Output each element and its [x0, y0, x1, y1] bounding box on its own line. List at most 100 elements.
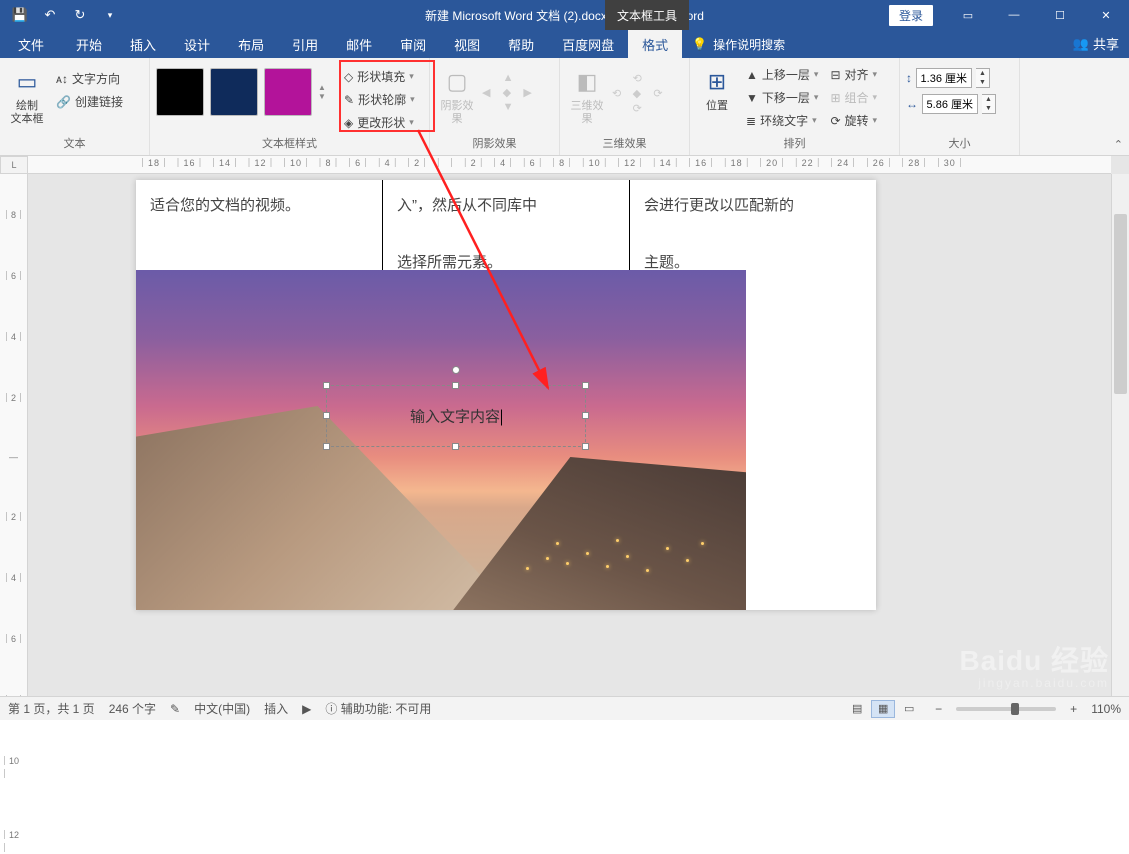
style-swatch-magenta[interactable]	[264, 68, 312, 116]
close-icon[interactable]: ✕	[1083, 0, 1129, 30]
text-direction-button[interactable]: ᴀ↕文字方向	[52, 68, 127, 89]
scrollbar-thumb[interactable]	[1114, 214, 1127, 394]
style-swatch-navy[interactable]	[210, 68, 258, 116]
column-2[interactable]: 入”，然后从不同库中选择所需元素。	[383, 180, 630, 270]
tab-mailings[interactable]: 邮件	[332, 30, 386, 58]
vertical-scrollbar[interactable]	[1111, 174, 1129, 696]
rotate-button[interactable]: ⟳旋转 ▾	[826, 110, 881, 131]
redo-icon[interactable]: ↻	[66, 1, 94, 29]
height-input[interactable]	[916, 68, 972, 88]
group-label-3d: 三维效果	[566, 135, 683, 153]
spinner-arrows[interactable]: ▲▼	[982, 94, 996, 114]
zoom-slider[interactable]	[956, 707, 1056, 711]
group-button[interactable]: ⊞组合 ▾	[826, 87, 881, 108]
link-icon: 🔗	[56, 95, 71, 109]
draw-textbox-button[interactable]: ▭ 绘制 文本框	[6, 62, 48, 126]
zoom-level[interactable]: 110%	[1091, 702, 1121, 716]
group-size: ↕ ▲▼ ↔ ▲▼ 大小	[900, 58, 1020, 155]
width-spinner[interactable]: ↔ ▲▼	[906, 94, 996, 114]
align-button[interactable]: ⊟对齐 ▾	[826, 64, 881, 85]
tab-help[interactable]: 帮助	[494, 30, 548, 58]
undo-icon[interactable]: ↶	[36, 1, 64, 29]
macro-icon[interactable]: ▶	[302, 702, 311, 716]
change-shape-button[interactable]: ◈更改形状 ▾	[340, 112, 419, 133]
status-words[interactable]: 246 个字	[109, 700, 156, 717]
zoom-thumb[interactable]	[1011, 703, 1019, 715]
text-columns: 适合您的文档的视频。 入”，然后从不同库中选择所需元素。 会进行更改以匹配新的主…	[136, 180, 876, 270]
shadow-effects-button[interactable]: ▢ 阴影效果	[436, 62, 478, 126]
group-label-style: 文本框样式	[156, 135, 423, 153]
create-link-button[interactable]: 🔗创建链接	[52, 91, 127, 112]
bring-forward-icon: ▲	[746, 68, 758, 82]
status-accessibility[interactable]: ⓘ 辅助功能: 不可用	[325, 700, 431, 717]
login-button[interactable]: 登录	[889, 5, 933, 26]
selected-textbox[interactable]: 输入文字内容	[326, 385, 586, 447]
style-swatch-black[interactable]	[156, 68, 204, 116]
tab-references[interactable]: 引用	[278, 30, 332, 58]
tab-insert[interactable]: 插入	[116, 30, 170, 58]
bring-forward-button[interactable]: ▲上移一层 ▾	[742, 64, 822, 85]
resize-handle[interactable]	[582, 443, 589, 450]
maximize-icon[interactable]: ☐	[1037, 0, 1083, 30]
send-backward-button[interactable]: ▼下移一层 ▾	[742, 87, 822, 108]
position-button[interactable]: ⊞ 位置	[696, 62, 738, 113]
group-label-text: 文本	[6, 135, 143, 153]
style-gallery[interactable]: ▲▼	[156, 62, 332, 116]
resize-handle[interactable]	[323, 443, 330, 450]
collapse-ribbon-icon[interactable]: ⌃	[1114, 138, 1123, 151]
wrap-text-button[interactable]: ≣环绕文字 ▾	[742, 110, 822, 131]
document-viewport[interactable]: 适合您的文档的视频。 入”，然后从不同库中选择所需元素。 会进行更改以匹配新的主…	[28, 174, 1111, 696]
column-1[interactable]: 适合您的文档的视频。	[136, 180, 383, 270]
3d-effects-button[interactable]: ◧ 三维效果	[566, 62, 608, 126]
view-read-icon[interactable]: ▤	[845, 700, 869, 718]
tab-baidu[interactable]: 百度网盘	[548, 30, 628, 58]
status-mode[interactable]: 插入	[264, 700, 288, 717]
shape-fill-button[interactable]: ◇形状填充 ▾	[340, 66, 419, 87]
page: 适合您的文档的视频。 入”，然后从不同库中选择所需元素。 会进行更改以匹配新的主…	[136, 180, 876, 610]
share-button[interactable]: 👥共享	[1073, 34, 1119, 53]
status-bar: 第 1 页，共 1 页 246 个字 ✎ 中文(中国) 插入 ▶ ⓘ 辅助功能:…	[0, 696, 1129, 720]
tab-design[interactable]: 设计	[170, 30, 224, 58]
tell-me-search[interactable]: 💡操作说明搜索	[682, 30, 795, 58]
status-page[interactable]: 第 1 页，共 1 页	[8, 700, 95, 717]
3d-tilt[interactable]: ⟲⟲◆⟳⟳	[612, 62, 672, 115]
tab-file[interactable]: 文件	[0, 30, 62, 58]
shape-outline-button[interactable]: ✎形状轮廓 ▾	[340, 89, 419, 110]
spinner-arrows[interactable]: ▲▼	[976, 68, 990, 88]
save-icon[interactable]: 💾	[6, 1, 34, 29]
resize-handle[interactable]	[323, 382, 330, 389]
tab-review[interactable]: 审阅	[386, 30, 440, 58]
vertical-ruler[interactable]: ｜8｜｜6｜｜4｜｜2｜—｜2｜｜4｜｜6｜｜8｜｜10｜｜12｜	[0, 174, 28, 696]
width-input[interactable]	[922, 94, 978, 114]
tab-home[interactable]: 开始	[62, 30, 116, 58]
resize-handle[interactable]	[582, 382, 589, 389]
status-language[interactable]: 中文(中国)	[194, 700, 250, 717]
text-direction-icon: ᴀ↕	[56, 72, 68, 86]
gallery-more-icon[interactable]: ▲▼	[318, 68, 332, 116]
textbox-content[interactable]: 输入文字内容	[410, 406, 502, 427]
ribbon-display-icon[interactable]: ▭	[945, 0, 991, 30]
column-3[interactable]: 会进行更改以匹配新的主题。	[630, 180, 876, 270]
view-print-icon[interactable]: ▦	[871, 700, 895, 718]
view-web-icon[interactable]: ▭	[897, 700, 921, 718]
tab-format[interactable]: 格式	[628, 30, 682, 58]
spellcheck-icon[interactable]: ✎	[170, 702, 180, 716]
contextual-tab-label: 文本框工具	[605, 0, 689, 30]
tab-layout[interactable]: 布局	[224, 30, 278, 58]
shadow-nudge[interactable]: ▲◀◆▶▼	[482, 62, 542, 113]
minimize-icon[interactable]: —	[991, 0, 1037, 30]
resize-handle[interactable]	[582, 412, 589, 419]
resize-handle[interactable]	[452, 443, 459, 450]
resize-handle[interactable]	[452, 382, 459, 389]
resize-handle[interactable]	[323, 412, 330, 419]
zoom-in-icon[interactable]: +	[1070, 702, 1077, 716]
rotate-handle[interactable]	[452, 366, 460, 374]
qat-customize-icon[interactable]: ▾	[96, 1, 124, 29]
outline-icon: ✎	[344, 93, 354, 107]
tab-view[interactable]: 视图	[440, 30, 494, 58]
horizontal-ruler[interactable]: ｜18｜ ｜16｜ ｜14｜ ｜12｜ ｜10｜ ｜8｜ ｜6｜ ｜4｜ ｜2｜…	[28, 156, 1111, 174]
group-label-size: 大小	[906, 135, 1013, 153]
height-spinner[interactable]: ↕ ▲▼	[906, 68, 996, 88]
zoom-out-icon[interactable]: −	[935, 702, 942, 716]
inserted-image[interactable]: 输入文字内容	[136, 270, 746, 610]
